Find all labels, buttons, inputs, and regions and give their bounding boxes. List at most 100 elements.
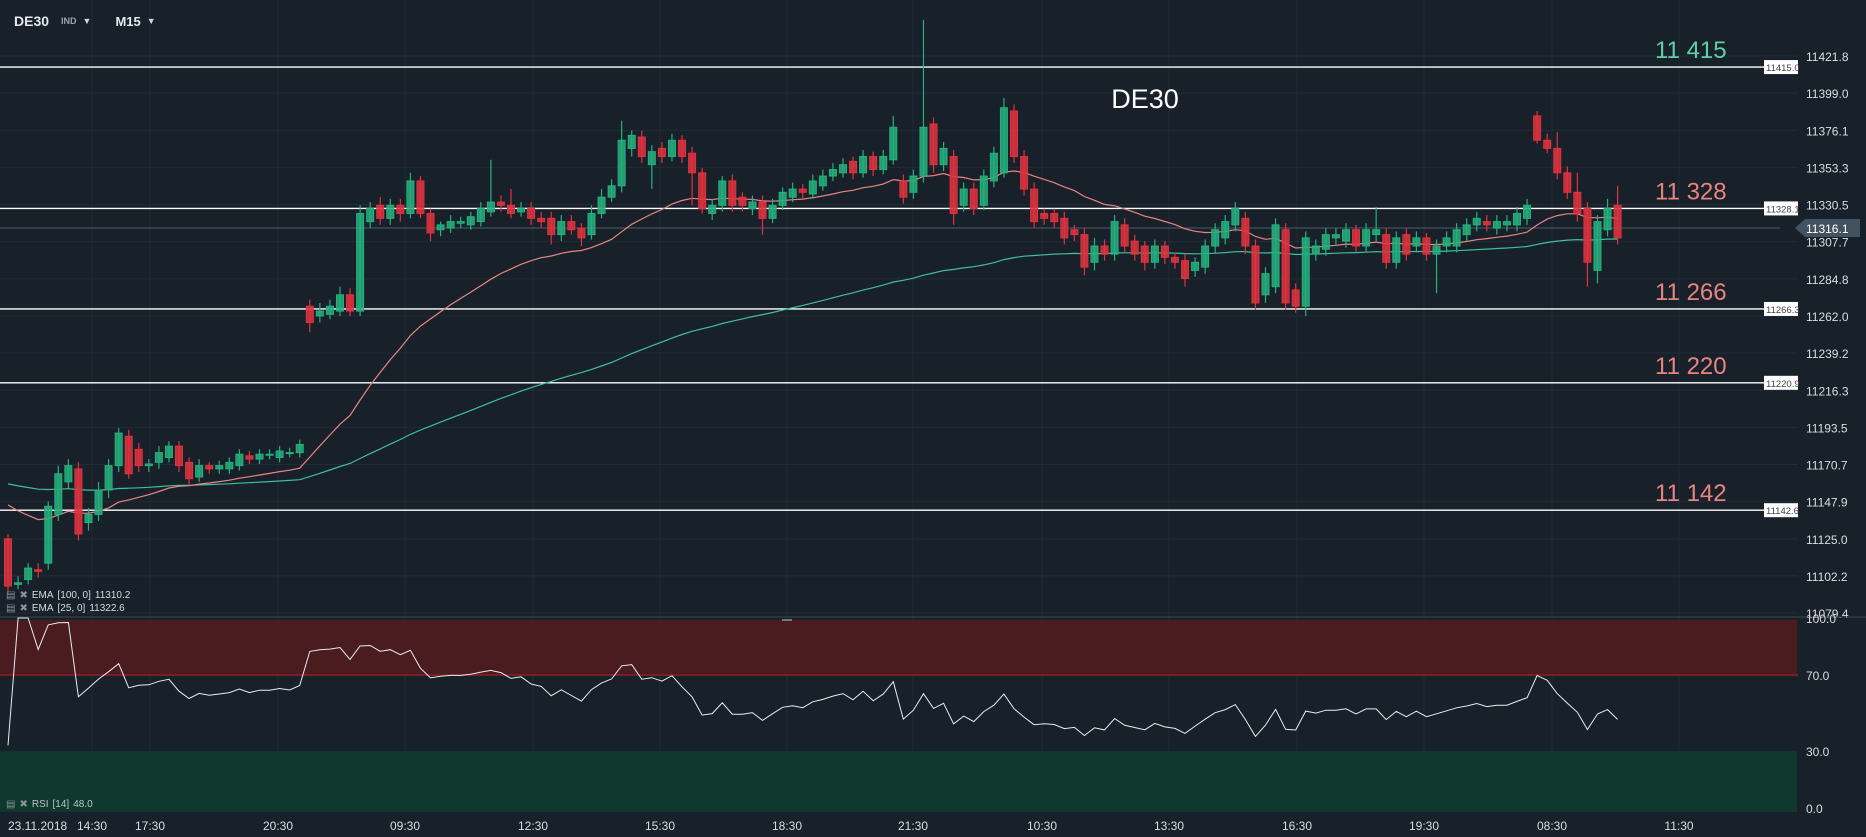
candle-bearish xyxy=(547,211,556,245)
candle-body xyxy=(1362,229,1371,247)
candle-body xyxy=(396,204,405,214)
candle-bearish xyxy=(245,450,254,464)
candle-bearish xyxy=(869,151,878,177)
candle-body xyxy=(1231,208,1240,226)
candle-bullish xyxy=(285,447,294,458)
candle-body xyxy=(808,180,817,195)
candle-body xyxy=(778,191,787,206)
candle-body xyxy=(587,212,596,236)
candle-bullish xyxy=(808,174,817,199)
candle-body xyxy=(446,221,455,229)
candle-bullish xyxy=(195,459,204,482)
candle-body xyxy=(74,468,83,535)
candle-body xyxy=(567,221,576,231)
price-chart[interactable]: 11415.0 11 415 11328.1 11 328 11266.3 11 266 1… xyxy=(0,0,1866,837)
time-tick-label: 16:30 xyxy=(1282,819,1312,833)
candle-body xyxy=(768,204,777,219)
candle-body xyxy=(1392,237,1401,263)
candle-body xyxy=(627,134,636,149)
candle-body xyxy=(939,147,948,166)
candle-body xyxy=(1422,237,1431,255)
candle-bullish xyxy=(1311,239,1320,261)
candle-body xyxy=(285,452,294,455)
candle-bullish xyxy=(1261,267,1270,303)
candle-bullish xyxy=(1392,231,1401,269)
remove-indicator-icon[interactable]: ✖ xyxy=(19,590,27,601)
symbol-dropdown-caret-icon[interactable]: ▼ xyxy=(83,16,92,26)
candle-body xyxy=(1040,212,1049,219)
timeframe-dropdown-caret-icon[interactable]: ▼ xyxy=(147,16,156,26)
candle-body xyxy=(124,435,133,475)
candle-body xyxy=(335,294,344,312)
candle-bullish xyxy=(24,563,33,585)
rsi-tick-label: 30.0 xyxy=(1806,745,1830,759)
candle-body xyxy=(1271,224,1280,288)
candle-body xyxy=(406,180,415,214)
candle-body xyxy=(1442,237,1451,247)
candle-body xyxy=(466,216,475,226)
candle-bullish xyxy=(627,130,636,157)
symbol-toolbar: DE30 IND ▼ M15 ▼ xyxy=(14,10,174,32)
level-label: 11 266 xyxy=(1655,279,1727,306)
candle-body xyxy=(959,188,968,206)
rsi-tick-label: 0.0 xyxy=(1806,802,1823,816)
candle-bullish xyxy=(1442,231,1451,253)
candle-bullish xyxy=(828,163,837,181)
candle-bullish xyxy=(999,97,1008,178)
candle-body xyxy=(1482,221,1491,226)
candle-bullish xyxy=(366,202,375,229)
candle-bearish xyxy=(1181,254,1190,287)
candle-body xyxy=(4,538,12,587)
candle-bullish xyxy=(265,449,274,460)
settings-icon[interactable]: ▤ xyxy=(6,590,15,601)
candle-body xyxy=(969,188,978,210)
legend-label: EMA xyxy=(31,590,54,601)
pane-resize-handle[interactable] xyxy=(782,619,792,621)
candle-body xyxy=(999,107,1008,174)
level-label: 11 328 xyxy=(1655,178,1727,205)
candle-bullish xyxy=(356,205,365,316)
time-tick-label: 20:30 xyxy=(263,819,293,833)
candle-body xyxy=(1211,229,1220,247)
time-tick-label: 18:30 xyxy=(772,819,802,833)
candle-bullish xyxy=(587,205,596,240)
timeframe-selector[interactable]: M15 xyxy=(115,14,140,29)
candle-bullish xyxy=(1231,202,1240,232)
candle-body xyxy=(205,465,214,470)
legend-rsi: ▤ ✖ RSI [14] 48.0 xyxy=(6,799,93,810)
candle-body xyxy=(577,227,586,239)
candle-body xyxy=(718,180,727,206)
candle-bearish xyxy=(1251,239,1260,310)
candle-bearish xyxy=(537,211,546,229)
remove-indicator-icon[interactable]: ✖ xyxy=(19,799,27,810)
candle-bullish xyxy=(335,286,344,316)
candle-bearish xyxy=(698,167,707,214)
candle-bearish xyxy=(1352,224,1361,253)
candle-bullish xyxy=(597,189,606,219)
candles xyxy=(4,19,1622,593)
candle-bullish xyxy=(1191,257,1200,277)
candle-body xyxy=(245,455,254,460)
candle-bullish xyxy=(748,195,757,216)
candle-bullish xyxy=(436,221,445,237)
candle-body xyxy=(1553,147,1562,174)
candle-body xyxy=(265,453,274,456)
candle-bullish xyxy=(979,169,988,211)
chart-title: DE30 xyxy=(1111,84,1179,114)
candle-body xyxy=(828,169,837,177)
settings-icon[interactable]: ▤ xyxy=(6,603,15,614)
settings-icon[interactable]: ▤ xyxy=(6,799,15,810)
candle-bearish xyxy=(1402,228,1411,261)
candle-bearish xyxy=(1070,224,1079,242)
candle-body xyxy=(34,569,43,572)
candle-bullish xyxy=(607,179,616,203)
symbol-name[interactable]: DE30 xyxy=(14,13,49,29)
candle-bearish xyxy=(1241,211,1250,255)
candle-body xyxy=(476,208,485,223)
level-tag: 11266.3 xyxy=(1766,305,1800,316)
remove-indicator-icon[interactable]: ✖ xyxy=(19,603,27,614)
candle-body xyxy=(1341,229,1350,242)
candle-bearish xyxy=(798,184,807,199)
candle-body xyxy=(235,453,244,467)
candle-bullish xyxy=(1301,231,1310,316)
